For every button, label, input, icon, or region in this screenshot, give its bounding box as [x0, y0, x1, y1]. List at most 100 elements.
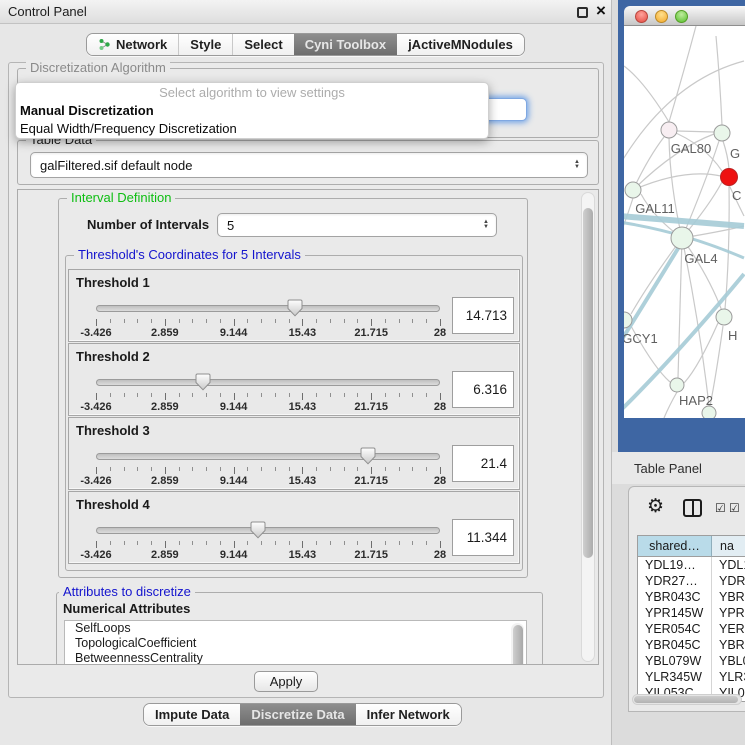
- table-header-name[interactable]: na: [712, 536, 745, 557]
- network-node[interactable]: [702, 406, 716, 418]
- network-node-gal11[interactable]: [625, 182, 641, 198]
- window-title: Control Panel: [8, 4, 87, 19]
- tab-select[interactable]: Select: [232, 34, 293, 55]
- table-panel-title: Table Panel: [634, 461, 702, 476]
- attribute-list-item[interactable]: TopologicalCoefficient: [65, 636, 526, 651]
- threshold-panel-3: Threshold 3-3.4262.8599.14415.4321.71528…: [68, 417, 520, 490]
- slider-inner: -3.4262.8599.14415.4321.71528: [96, 520, 440, 562]
- network-edge-highlighted: [624, 216, 744, 226]
- tick-mark: [137, 467, 138, 471]
- threshold-value-field[interactable]: 21.4: [452, 445, 514, 482]
- network-node-g[interactable]: [714, 125, 730, 141]
- threshold-value-field[interactable]: 11.344: [452, 519, 514, 556]
- attribute-list-item[interactable]: BetweennessCentrality: [65, 651, 526, 665]
- slider-thumb-handle[interactable]: [360, 447, 376, 465]
- minimize-traffic-light[interactable]: [655, 10, 668, 23]
- network-window-titlebar[interactable]: [624, 6, 745, 26]
- attribute-list-item[interactable]: SelfLoops: [65, 621, 526, 636]
- tick-mark: [192, 393, 193, 397]
- threshold-label: Threshold 4: [76, 497, 150, 512]
- tab-discretize-data[interactable]: Discretize Data: [240, 704, 355, 725]
- network-edge: [682, 238, 722, 311]
- table-body: YDL19…YDL1YDR27…YDR2YBR043CYBR0YPR145WYP…: [638, 557, 745, 701]
- attributes-list-scrollbar[interactable]: [511, 623, 524, 665]
- table-row[interactable]: YDL19…YDL1: [638, 557, 745, 573]
- scrollbar-thumb[interactable]: [513, 625, 523, 665]
- tab-network[interactable]: Network: [87, 34, 178, 55]
- table-data-combobox[interactable]: galFiltered.sif default node ▲▼: [30, 152, 588, 178]
- network-canvas[interactable]: GAL80GCGAL11GAL4GCY1HHAP2: [624, 26, 745, 418]
- tick-label: 2.859: [151, 549, 179, 561]
- tick-mark: [96, 393, 97, 400]
- tab-label: Select: [244, 37, 282, 52]
- network-node-c[interactable]: [721, 169, 738, 186]
- network-node-gal4[interactable]: [671, 227, 693, 249]
- threshold-value-field[interactable]: 14.713: [452, 297, 514, 334]
- algorithm-option-equal-width[interactable]: Equal Width/Frequency Discretization: [16, 120, 488, 138]
- slider-track[interactable]: [96, 379, 440, 386]
- zoom-traffic-light[interactable]: [675, 10, 688, 23]
- tab-cyni-toolbox[interactable]: Cyni Toolbox: [294, 34, 397, 55]
- network-node-h[interactable]: [716, 309, 732, 325]
- close-icon[interactable]: ×: [596, 1, 606, 21]
- table-row[interactable]: YPR145WYPR1: [638, 605, 745, 621]
- table-horizontal-scrollbar[interactable]: [632, 694, 742, 705]
- tick-mark: [179, 319, 180, 323]
- settings-vertical-scrollbar[interactable]: [581, 192, 595, 662]
- slider-thumb-handle[interactable]: [195, 373, 211, 391]
- algorithm-placeholder-option[interactable]: Select algorithm to view settings: [16, 83, 488, 102]
- scrollbar-thumb[interactable]: [634, 696, 738, 703]
- tick-mark: [371, 467, 372, 474]
- threshold-label: Threshold 2: [76, 349, 150, 364]
- slider-thumb-handle[interactable]: [287, 299, 303, 317]
- table-row[interactable]: YBR043CYBR0: [638, 589, 745, 605]
- tick-mark: [137, 393, 138, 397]
- tick-label: 21.715: [354, 327, 388, 339]
- number-of-intervals-combobox[interactable]: 5 ▲▼: [217, 213, 497, 237]
- slider-track[interactable]: [96, 453, 440, 460]
- tick-mark: [234, 393, 235, 400]
- tab-infer-network[interactable]: Infer Network: [356, 704, 461, 725]
- float-icon[interactable]: [577, 7, 588, 18]
- column-layout-icon[interactable]: [683, 499, 702, 517]
- tick-mark: [179, 393, 180, 397]
- tick-mark: [302, 541, 303, 548]
- table-cell-name: YDR2: [712, 573, 745, 589]
- tick-label: 28: [434, 475, 446, 487]
- table-row[interactable]: YDR27…YDR2: [638, 573, 745, 589]
- table-row[interactable]: YLR345WYLR3: [638, 669, 745, 685]
- checkbox-icon[interactable]: ☑: [729, 501, 740, 515]
- table-row[interactable]: YBR045CYBR0: [638, 637, 745, 653]
- close-traffic-light[interactable]: [635, 10, 648, 23]
- tab-label: Impute Data: [155, 707, 229, 722]
- slider-track[interactable]: [96, 305, 440, 312]
- table-cell-shared-name: YBR045C: [638, 637, 712, 653]
- tab-impute-data[interactable]: Impute Data: [144, 704, 240, 725]
- tick-mark: [220, 319, 221, 323]
- tick-mark: [110, 319, 111, 323]
- scrollbar-thumb[interactable]: [583, 208, 593, 558]
- network-node-hap2[interactable]: [670, 378, 684, 392]
- table-cell-name: YPR1: [712, 605, 745, 621]
- tick-mark: [289, 393, 290, 397]
- slider-thumb-handle[interactable]: [250, 521, 266, 539]
- threshold-value-field[interactable]: 6.316: [452, 371, 514, 408]
- tick-mark: [426, 467, 427, 471]
- algorithm-option-manual[interactable]: Manual Discretization: [16, 102, 488, 120]
- table-row[interactable]: YER054CYER0: [638, 621, 745, 637]
- checkbox-icon[interactable]: ☑: [715, 501, 726, 515]
- thresholds-label: Threshold's Coordinates for 5 Intervals: [74, 247, 305, 262]
- table-row[interactable]: YBL079WYBL0: [638, 653, 745, 669]
- table-header-shared-name[interactable]: shared…: [638, 536, 712, 557]
- tick-mark: [261, 393, 262, 397]
- gear-icon[interactable]: ⚙: [647, 495, 664, 518]
- slider-track[interactable]: [96, 527, 440, 534]
- tick-mark: [426, 541, 427, 545]
- tab-style[interactable]: Style: [178, 34, 232, 55]
- threshold-label: Threshold 3: [76, 423, 150, 438]
- tab-jactivemnodules[interactable]: jActiveMNodules: [397, 34, 524, 55]
- network-graph: GAL80GCGAL11GAL4GCY1HHAP2: [624, 26, 745, 418]
- network-node-gal80[interactable]: [661, 122, 677, 138]
- table-cell-shared-name: YDR27…: [638, 573, 712, 589]
- apply-button[interactable]: Apply: [254, 671, 318, 692]
